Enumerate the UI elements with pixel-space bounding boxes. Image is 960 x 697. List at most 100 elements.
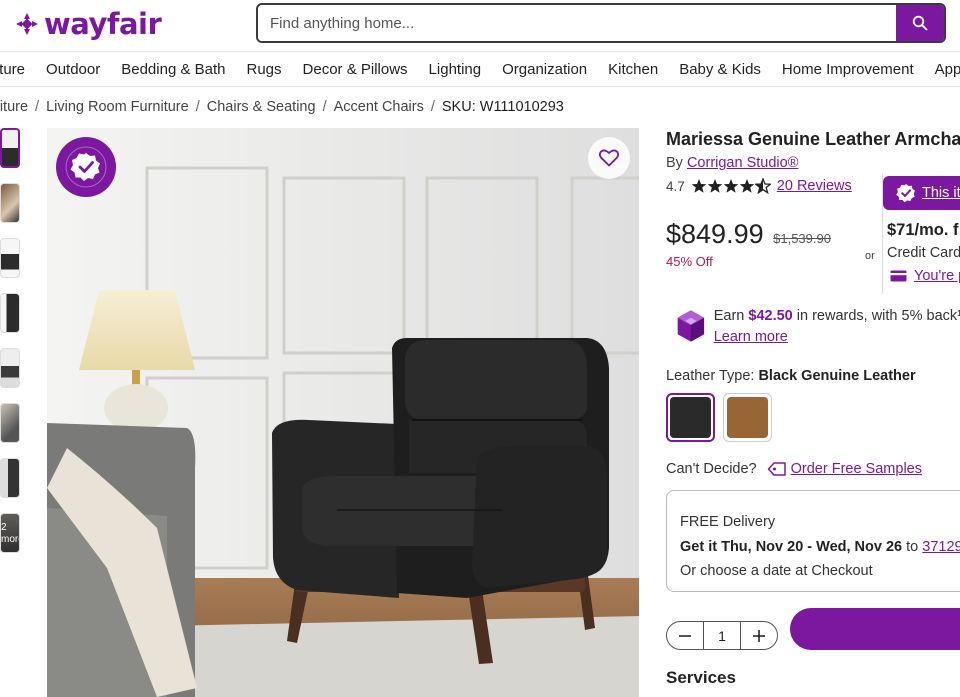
add-to-cart-button[interactable] <box>790 608 960 650</box>
breadcrumb-separator: / <box>195 99 200 115</box>
delivery-alt: Or choose a date at Checkout <box>680 563 873 579</box>
nav-item-bedding-bath[interactable]: Bedding & Bath <box>121 61 225 78</box>
wayfair-verified-badge <box>55 136 117 203</box>
rating-row: 4.7 20 Reviews <box>666 178 852 194</box>
breadcrumb-item[interactable]: Living Room Furniture <box>46 99 189 115</box>
search-button[interactable] <box>896 5 944 41</box>
more-thumbnails-overlay: 2 more <box>1 514 19 552</box>
breadcrumb-item[interactable]: Furniture <box>0 99 28 115</box>
credit-card-icon <box>890 270 907 282</box>
wayfair-logo[interactable]: wayfair <box>14 7 162 41</box>
thumbnail[interactable] <box>0 238 20 278</box>
star-icon <box>739 179 755 193</box>
search-bar <box>256 3 946 43</box>
search-input[interactable] <box>258 5 896 41</box>
rewards-banner: Earn $42.50 in rewards, with 5% back¹, L… <box>676 306 960 348</box>
nav-item-outdoor[interactable]: Outdoor <box>46 61 100 78</box>
favorite-button[interactable] <box>588 137 630 179</box>
rewards-earn: Earn <box>713 308 745 324</box>
verified-badge-icon <box>56 137 116 197</box>
rating-value: 4.7 <box>666 178 685 194</box>
zip-code-link[interactable]: 37129 <box>922 539 960 555</box>
site-header: wayfair <box>0 0 960 52</box>
category-nav: Furniture Outdoor Bedding & Bath Rugs De… <box>0 52 960 87</box>
breadcrumb-separator: / <box>322 99 327 115</box>
thumbnail-more[interactable]: 2 more <box>0 513 20 553</box>
sku-label: SKU: W111010293 <box>441 99 564 115</box>
tag-icon <box>767 462 786 476</box>
price-value: $849.99 <box>666 219 764 249</box>
nav-item-home-improvement[interactable]: Home Improvement <box>782 61 914 78</box>
current-price: $849.99 $1,539.90 <box>666 219 831 250</box>
rewards-rest: in rewards, with 5% back¹, <box>796 308 960 324</box>
breadcrumb-item[interactable]: Chairs & Seating <box>207 99 316 115</box>
delivery-box: FREE Delivery Get it Thu, Nov 20 - Wed, … <box>666 490 960 592</box>
nav-item-decor-pillows[interactable]: Decor & Pillows <box>303 61 408 78</box>
nav-item-lighting[interactable]: Lighting <box>429 61 482 78</box>
prequalified-link[interactable]: You're p <box>890 268 960 284</box>
thumbnail[interactable] <box>0 403 20 443</box>
star-icon <box>723 179 739 193</box>
star-icon <box>707 179 723 193</box>
decrease-quantity-button[interactable] <box>667 622 703 649</box>
nav-item-kitchen[interactable]: Kitchen <box>608 61 658 78</box>
nav-item-rugs[interactable]: Rugs <box>246 61 281 78</box>
reviews-link[interactable]: 20 Reviews <box>777 178 852 194</box>
thumbnail[interactable] <box>0 458 20 498</box>
thumbnail[interactable] <box>0 183 20 223</box>
order-samples-link[interactable]: Order Free Samples <box>791 461 922 477</box>
more-label: more <box>1 534 19 545</box>
quantity-stepper: 1 <box>666 621 778 650</box>
product-title: Mariessa Genuine Leather Armchair <box>666 129 960 149</box>
nav-item-baby-kids[interactable]: Baby & Kids <box>679 61 761 78</box>
delivery-estimate-row: Get it Thu, Nov 20 - Wed, Nov 26 to 3712… <box>680 535 960 560</box>
thumbnail[interactable] <box>0 293 20 333</box>
option-label: Leather Type: <box>666 368 755 384</box>
more-count: 2 <box>1 522 7 533</box>
minus-icon <box>679 634 692 637</box>
swatch-black-color <box>670 397 711 438</box>
leather-swatches <box>666 393 780 442</box>
rewards-amount: $42.50 <box>748 308 793 324</box>
product-main-image[interactable] <box>47 128 639 697</box>
brand-link[interactable]: Corrigan Studio® <box>687 155 798 171</box>
option-selected: Black Genuine Leather <box>758 368 916 384</box>
delivery-title: FREE Delivery <box>680 514 776 530</box>
samples-row: Can't Decide? Order Free Samples <box>666 461 922 477</box>
breadcrumb-item[interactable]: Accent Chairs <box>334 99 424 115</box>
increase-quantity-button[interactable] <box>741 622 777 649</box>
breadcrumb-separator: / <box>35 99 40 115</box>
half-star-icon <box>754 178 771 194</box>
verified-check-icon <box>896 184 915 203</box>
star-icon <box>691 179 707 193</box>
delivery-to: to <box>906 538 919 555</box>
cant-decide-label: Can't Decide? <box>666 461 757 477</box>
quantity-value[interactable]: 1 <box>703 622 741 649</box>
nav-item-furniture[interactable]: Furniture <box>0 61 25 78</box>
thumbnail[interactable] <box>0 128 20 168</box>
wayfair-logo-icon <box>16 13 38 35</box>
leather-type-label: Leather Type: Black Genuine Leather <box>666 368 916 384</box>
discount-label: 45% Off <box>666 254 713 269</box>
swatch-black[interactable] <box>666 393 715 442</box>
heart-icon <box>599 149 619 167</box>
nav-item-appliances[interactable]: Appliances <box>935 61 960 78</box>
plus-icon <box>752 629 765 642</box>
credit-card-label: Credit Card <box>887 245 960 261</box>
breadcrumb-separator: / <box>430 99 435 115</box>
product-photo <box>47 128 639 697</box>
or-label: or <box>865 250 875 262</box>
nav-item-organization[interactable]: Organization <box>502 61 587 78</box>
verified-item-label: This ite <box>922 185 960 201</box>
rewards-gem-icon <box>677 310 705 342</box>
was-price: $1,539.90 <box>773 231 831 246</box>
learn-more-link[interactable]: Learn more <box>714 329 788 345</box>
monthly-payment: $71/mo. f <box>887 221 959 239</box>
rewards-text: Earn $42.50 in rewards, with 5% back¹, L… <box>714 306 960 348</box>
thumbnail-strip: 2 more <box>0 128 20 568</box>
logo-text: wayfair <box>44 7 162 41</box>
swatch-brown[interactable] <box>723 393 772 442</box>
rating-stars <box>691 178 771 194</box>
verified-item-badge[interactable]: This ite <box>883 176 960 210</box>
thumbnail[interactable] <box>0 348 20 388</box>
